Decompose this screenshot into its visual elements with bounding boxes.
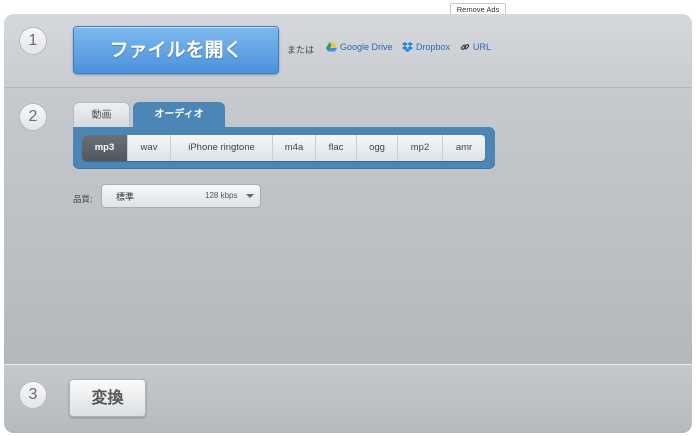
format-iphone-ringtone[interactable]: iPhone ringtone <box>171 135 273 161</box>
google-drive-label: Google Drive <box>340 42 393 52</box>
format-wav[interactable]: wav <box>128 135 171 161</box>
format-ogg[interactable]: ogg <box>357 135 398 161</box>
format-bar: mp3 wav iPhone ringtone m4a flac ogg mp2… <box>73 127 495 169</box>
step-choose-format: 2 動画 オーディオ mp3 wav iPhone ringtone m4a f… <box>4 88 692 365</box>
quality-label: 品質: <box>73 195 93 205</box>
converter-panel: 1 ファイルを開く または Google Drive Dropbox URL 2… <box>4 14 692 433</box>
step-convert: 3 変換 <box>4 365 692 433</box>
quality-bitrate: 128 kbps <box>205 191 238 200</box>
link-icon <box>460 44 470 50</box>
format-mp3[interactable]: mp3 <box>82 135 128 161</box>
chevron-down-icon <box>246 194 254 198</box>
url-link[interactable]: URL <box>460 42 491 52</box>
quality-value: 標準 <box>116 193 135 203</box>
format-mp2[interactable]: mp2 <box>398 135 443 161</box>
step-number-1: 1 <box>19 27 47 55</box>
format-m4a[interactable]: m4a <box>273 135 316 161</box>
tab-audio[interactable]: オーディオ <box>133 102 225 127</box>
step-open-file: 1 ファイルを開く または Google Drive Dropbox URL <box>4 14 692 88</box>
dropbox-label: Dropbox <box>416 42 451 52</box>
or-text: または <box>287 46 315 56</box>
format-flac[interactable]: flac <box>316 135 357 161</box>
format-options: mp3 wav iPhone ringtone m4a flac ogg mp2… <box>82 135 485 161</box>
google-drive-icon <box>326 42 337 52</box>
dropbox-icon <box>402 42 413 52</box>
step-number-2: 2 <box>19 103 47 131</box>
dropbox-link[interactable]: Dropbox <box>402 42 450 52</box>
google-drive-link[interactable]: Google Drive <box>326 42 393 52</box>
step-number-3: 3 <box>19 381 47 409</box>
url-label: URL <box>473 42 492 52</box>
tab-video[interactable]: 動画 <box>73 102 130 128</box>
open-file-button[interactable]: ファイルを開く <box>73 26 279 74</box>
format-amr[interactable]: amr <box>443 135 485 161</box>
convert-button[interactable]: 変換 <box>69 379 146 417</box>
quality-select[interactable]: 標準 128 kbps <box>101 184 261 208</box>
